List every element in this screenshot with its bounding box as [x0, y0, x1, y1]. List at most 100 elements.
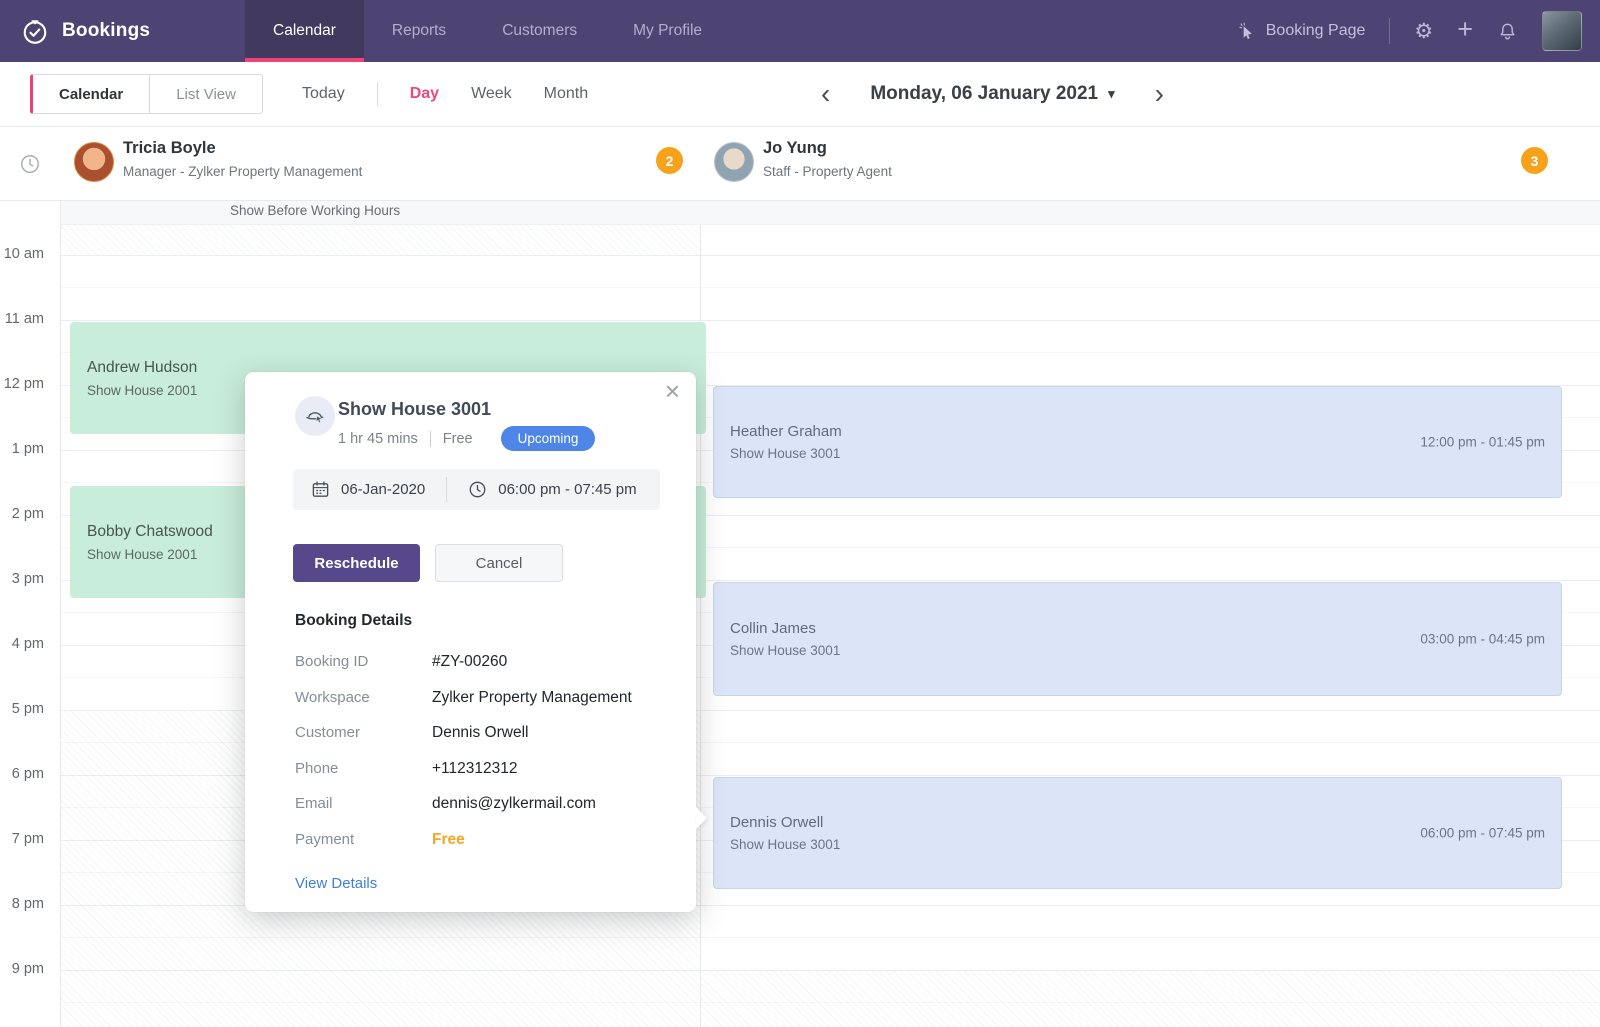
calendar-toolbar: Calendar List View Today Day Week Month … — [0, 62, 1600, 127]
popup-callout-arrow — [696, 807, 707, 829]
detail-row-phone: Phone +112312312 — [295, 760, 666, 796]
detail-label: Workspace — [295, 688, 370, 706]
time-label: 11 am — [4, 311, 44, 327]
bookings-app: Bookings Calendar Reports Customers My P… — [0, 0, 1600, 1027]
caret-down-icon: ▾ — [1108, 86, 1115, 101]
before-hours-label[interactable]: Show Before Working Hours — [230, 203, 400, 218]
prev-day-chevron[interactable]: ‹ — [815, 80, 836, 108]
non-working-hours-region — [61, 225, 700, 255]
event-heather-graham[interactable]: Heather Graham Show House 3001 12:00 pm … — [713, 386, 1562, 498]
half-hour-line — [60, 287, 1600, 288]
popup-service-title: Show House 3001 — [338, 399, 492, 419]
booking-page-button[interactable]: Booking Page — [1238, 22, 1366, 41]
reschedule-button[interactable]: Reschedule — [293, 544, 420, 582]
booking-detail-popup: × Show House 3001 1 hr 45 mins Free Upco… — [245, 372, 707, 912]
date-time-bar: 06-Jan-2020 06:00 pm - 07:45 pm — [293, 469, 660, 510]
booking-count-badge[interactable]: 3 — [1521, 147, 1548, 174]
bar-divider — [446, 477, 448, 502]
time-label: 2 pm — [11, 506, 44, 522]
detail-value-payment: Free — [432, 830, 465, 848]
detail-label: Phone — [295, 759, 339, 777]
cursor-icon — [1238, 22, 1257, 41]
popup-actions: Reschedule Cancel — [293, 544, 563, 582]
event-time-range: 12:00 pm - 01:45 pm — [1420, 434, 1545, 450]
staff-avatar-tricia[interactable] — [74, 142, 114, 182]
non-working-hours-region — [701, 971, 1600, 1027]
event-time-range: 03:00 pm - 04:45 pm — [1420, 631, 1545, 647]
bookings-logo-icon — [20, 16, 50, 46]
date-picker[interactable]: Monday, 06 January 2021 ▾ — [870, 83, 1114, 105]
nav-divider — [1389, 18, 1391, 44]
range-week[interactable]: Week — [471, 85, 512, 103]
current-date-label: Monday, 06 January 2021 — [870, 83, 1099, 104]
popup-meta-row: 1 hr 45 mins Free Upcoming — [338, 426, 596, 451]
time-label: 7 pm — [11, 831, 44, 847]
popup-price: Free — [442, 430, 473, 447]
detail-value: +112312312 — [432, 759, 518, 777]
bell-icon[interactable] — [1497, 21, 1518, 42]
time-label: 3 pm — [11, 571, 44, 587]
event-time-range: 06:00 pm - 07:45 pm — [1420, 825, 1545, 841]
range-day[interactable]: Day — [410, 85, 439, 103]
detail-row-workspace: Workspace Zylker Property Management — [295, 689, 666, 725]
detail-row-payment: Payment Free — [295, 831, 666, 867]
event-collin-james[interactable]: Collin James Show House 3001 03:00 pm - … — [713, 582, 1562, 696]
app-title: Bookings — [62, 20, 151, 41]
view-toggle-calendar[interactable]: Calendar — [30, 74, 151, 114]
range-controls: Today Day Week Month — [302, 62, 588, 126]
calendar-icon — [311, 480, 330, 499]
detail-row-email: Email dennis@zylkermail.com — [295, 795, 666, 831]
date-navigation: ‹ Monday, 06 January 2021 ▾ › — [815, 62, 1170, 126]
staff-name: Tricia Boyle — [123, 139, 216, 157]
time-label: 8 pm — [11, 896, 44, 912]
gear-icon[interactable]: ⚙ — [1414, 21, 1433, 42]
top-nav: Bookings Calendar Reports Customers My P… — [0, 0, 1600, 62]
add-icon[interactable]: + — [1457, 16, 1473, 43]
time-label: 5 pm — [11, 701, 44, 717]
time-label: 12 pm — [3, 376, 44, 392]
view-toggle: Calendar List View — [30, 74, 263, 114]
range-month[interactable]: Month — [544, 85, 588, 103]
hour-line — [60, 255, 1600, 256]
detail-value: Zylker Property Management — [432, 688, 632, 706]
time-label: 1 pm — [11, 441, 44, 457]
nav-right-cluster: Booking Page ⚙ + — [1238, 0, 1582, 62]
staff-name: Jo Yung — [763, 139, 827, 157]
staff-header: Tricia Boyle Manager - Zylker Property M… — [0, 126, 1600, 201]
time-label: 9 pm — [11, 961, 44, 977]
staff-avatar-jo[interactable] — [714, 142, 754, 182]
detail-row-customer: Customer Dennis Orwell — [295, 724, 666, 760]
app-logo[interactable]: Bookings — [20, 0, 150, 62]
booking-details-heading: Booking Details — [295, 612, 413, 629]
nav-tab-reports[interactable]: Reports — [364, 0, 474, 62]
view-toggle-list[interactable]: List View — [150, 74, 263, 114]
booking-count-badge[interactable]: 2 — [656, 147, 683, 174]
clock-gutter-icon — [19, 153, 41, 175]
user-avatar[interactable] — [1542, 11, 1582, 51]
nav-tab-my-profile[interactable]: My Profile — [605, 0, 730, 62]
detail-label: Email — [295, 795, 333, 812]
next-day-chevron[interactable]: › — [1149, 80, 1170, 108]
time-label: 10 am — [3, 246, 44, 262]
event-dennis-orwell[interactable]: Dennis Orwell Show House 3001 06:00 pm -… — [713, 777, 1562, 889]
view-details-link[interactable]: View Details — [295, 875, 377, 892]
detail-label: Booking ID — [295, 653, 369, 670]
nav-tab-calendar[interactable]: Calendar — [245, 0, 364, 62]
range-divider — [376, 82, 378, 106]
meta-separator — [429, 430, 431, 447]
detail-value: dennis@zylkermail.com — [432, 795, 596, 812]
hour-line — [60, 320, 1600, 321]
detail-label: Payment — [295, 830, 355, 848]
time-label: 4 pm — [11, 636, 44, 652]
booking-page-label: Booking Page — [1265, 22, 1366, 39]
cancel-button[interactable]: Cancel — [435, 544, 563, 582]
close-icon[interactable]: × — [665, 376, 680, 407]
nav-tab-customers[interactable]: Customers — [474, 0, 605, 62]
status-badge: Upcoming — [500, 426, 596, 451]
today-button[interactable]: Today — [302, 85, 345, 103]
popup-duration: 1 hr 45 mins — [338, 430, 418, 447]
detail-value: #ZY-00260 — [432, 653, 508, 670]
time-label: 6 pm — [11, 766, 44, 782]
clock-icon — [468, 480, 487, 499]
service-icon — [295, 396, 335, 436]
